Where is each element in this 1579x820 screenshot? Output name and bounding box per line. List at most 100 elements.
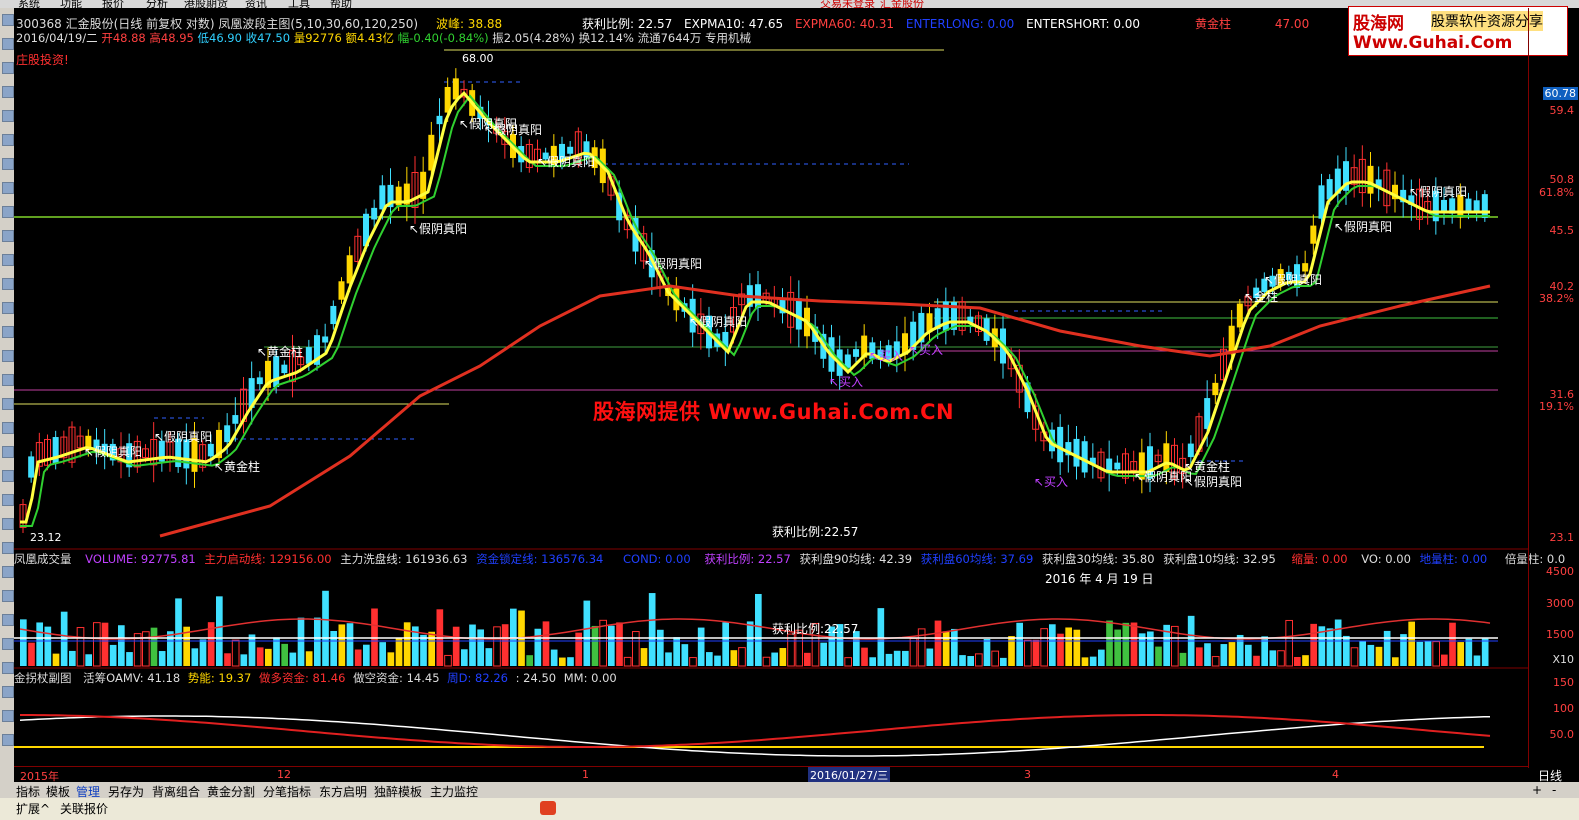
center-profit-label: 获利比例:22.57: [772, 525, 859, 539]
volume-bar: [1211, 656, 1220, 667]
tool-icon[interactable]: [2, 638, 14, 650]
bar-turnover: 换12.14%: [578, 31, 634, 45]
volume-bar: [697, 627, 705, 666]
annotation-label: ↖假阴真阳: [1184, 475, 1242, 489]
tool-icon[interactable]: [2, 254, 14, 266]
main-kline-chart[interactable]: ↖假阴真阳 ↖假阴真阳 ↖假阴真阳 ↖假阴真阳 ↖假阴真阳 ↖假阴真阳 ↖假阴真阳 ↖假阴真阳…: [19, 68, 1491, 538]
bar-amplitude: 振2.05(4.28%): [492, 31, 575, 45]
volume-bar: [20, 619, 27, 666]
tool-icon[interactable]: [2, 278, 14, 290]
tool-icon[interactable]: [2, 374, 14, 386]
tool-icon[interactable]: [2, 662, 14, 674]
status-bar: 扩展^ 关联报价: [0, 798, 1579, 820]
tool-icon[interactable]: [2, 614, 14, 626]
tool-icon[interactable]: [2, 518, 14, 530]
menu-info[interactable]: 资讯: [245, 0, 267, 8]
tool-icon[interactable]: [2, 182, 14, 194]
volume-bar: [623, 656, 632, 667]
tool-icon[interactable]: [2, 14, 14, 26]
volume-chart[interactable]: [14, 590, 1498, 667]
tool-icon[interactable]: [2, 494, 14, 506]
tool-icon[interactable]: [2, 158, 14, 170]
tool-icon[interactable]: [2, 206, 14, 218]
volume-bar: [608, 625, 615, 666]
volume-bar: [1098, 649, 1105, 666]
expma10-value: EXPMA10: 47.65: [684, 17, 784, 31]
menu-tools[interactable]: 工具: [288, 0, 310, 8]
kline-candle: [1481, 194, 1488, 218]
kline-candle: [1114, 462, 1121, 470]
volume-bar: [379, 642, 386, 666]
volume-bar: [1441, 654, 1448, 666]
annotation-label: ↖黄金柱: [214, 459, 260, 474]
tool-icon[interactable]: [2, 566, 14, 578]
kline-candle: [305, 347, 312, 364]
volume-bar: [420, 634, 427, 666]
app-icon[interactable]: [540, 801, 556, 815]
zoom-out-button[interactable]: -: [1552, 783, 1556, 797]
menu-function[interactable]: 功能: [60, 0, 82, 8]
tool-icon[interactable]: [2, 302, 14, 314]
tool-icon[interactable]: [2, 62, 14, 74]
volume-bar: [167, 631, 174, 666]
volume-bar: [1449, 622, 1456, 666]
tool-icon[interactable]: [2, 110, 14, 122]
kline-candle: [1473, 200, 1480, 212]
volume-bar: [1114, 629, 1121, 666]
volume-bar: [338, 624, 346, 666]
tool-icon[interactable]: [2, 134, 14, 146]
volume-bar: [1465, 638, 1473, 666]
tool-icon[interactable]: [2, 350, 14, 362]
bar-high: 高48.95: [149, 31, 194, 45]
menu-hk-futures[interactable]: 港股期货: [184, 0, 228, 8]
tool-icon[interactable]: [2, 86, 14, 98]
volume-bar: [158, 651, 166, 666]
tool-icon[interactable]: [2, 38, 14, 50]
volume-bar: [714, 655, 721, 666]
volume-bar: [583, 600, 591, 666]
volume-bar: [1285, 619, 1294, 667]
volume-bar: [240, 654, 248, 666]
vol-p30: 获利盘30均线: 35.80: [1041, 552, 1155, 566]
tool-icon[interactable]: [2, 686, 14, 698]
vol-axis-tick: 4500: [1546, 565, 1574, 578]
tool-icon[interactable]: [2, 542, 14, 554]
menu-analysis[interactable]: 分析: [146, 0, 168, 8]
tool-icon[interactable]: [2, 326, 14, 338]
kline-candle: [256, 377, 263, 385]
volume-bar: [934, 620, 942, 666]
kline-candle: [322, 336, 329, 343]
volume-bar: [461, 649, 468, 666]
tool-icon[interactable]: [2, 230, 14, 242]
tool-icon[interactable]: [2, 710, 14, 722]
trade-login-status[interactable]: 交易未登录: [820, 0, 875, 8]
expand-button[interactable]: 扩展^: [16, 800, 50, 817]
tool-icon[interactable]: [2, 734, 14, 746]
menu-system[interactable]: 系统: [18, 0, 40, 8]
volume-bar: [1106, 620, 1113, 666]
oscillator-chart[interactable]: [14, 714, 1491, 757]
volume-bar: [1220, 644, 1228, 666]
volume-bar: [1326, 628, 1334, 666]
linked-quote-button[interactable]: 关联报价: [60, 800, 108, 817]
tool-icon[interactable]: [2, 470, 14, 482]
tool-icon[interactable]: [2, 590, 14, 602]
kline-candle: [224, 425, 231, 443]
volume-bar: [191, 648, 199, 666]
zoom-in-button[interactable]: +: [1532, 783, 1542, 797]
volume-bar: [118, 625, 125, 666]
menu-help[interactable]: 帮助: [330, 0, 352, 8]
tool-icon[interactable]: [2, 398, 14, 410]
tool-icon[interactable]: [2, 422, 14, 434]
volume-bar: [1367, 644, 1375, 666]
volume-bar: [1130, 622, 1138, 666]
tool-icon[interactable]: [2, 446, 14, 458]
kline-candle: [436, 115, 443, 125]
volume-bar: [1147, 631, 1154, 666]
menu-quote[interactable]: 报价: [102, 0, 124, 8]
volume-bar: [1269, 650, 1277, 666]
vol-min: 地量柱: 0.00: [1419, 552, 1488, 566]
date-cursor: 2016/01/27/三: [808, 767, 891, 783]
bar-float-shares: 流通7644万: [637, 31, 702, 45]
osc-oamv: 活筹OAMV: 41.18: [83, 671, 181, 685]
